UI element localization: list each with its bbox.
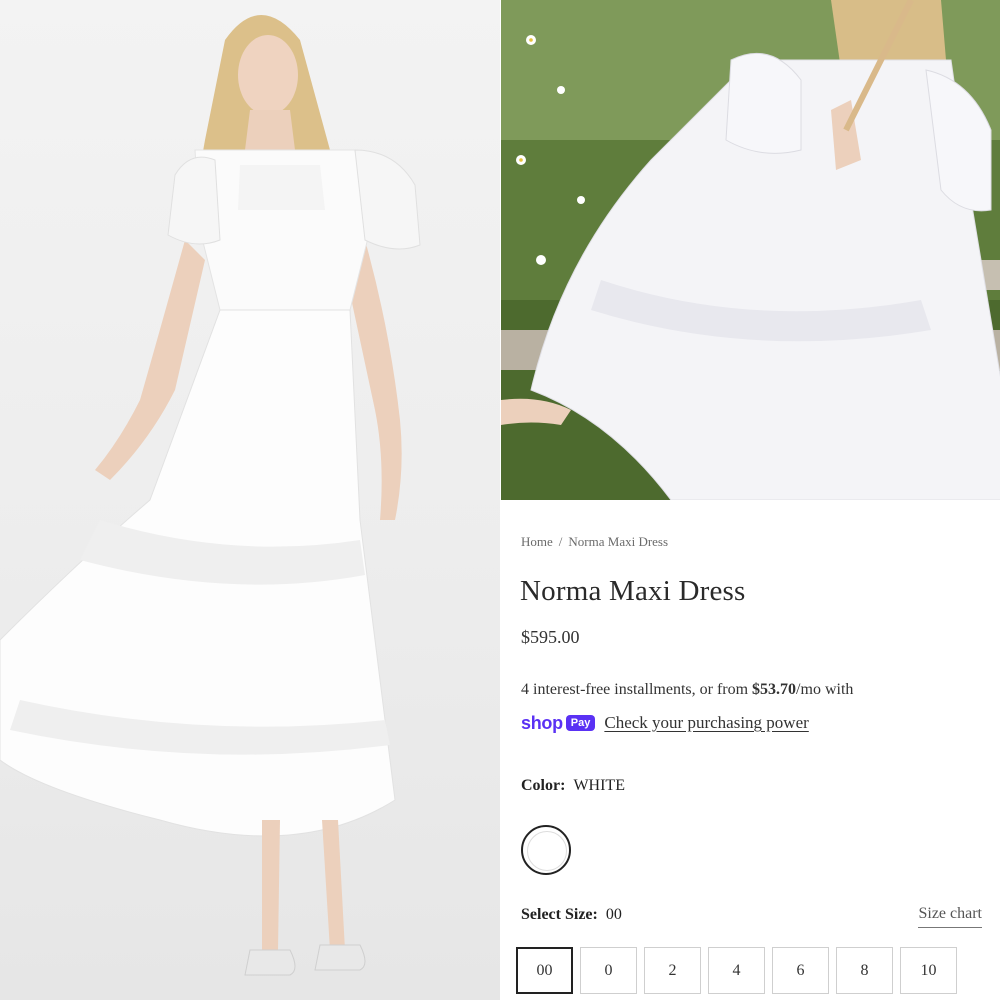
- shop-pay-row: shop Pay Check your purchasing power: [521, 711, 809, 735]
- size-option[interactable]: 0: [580, 947, 637, 994]
- size-option[interactable]: 8: [836, 947, 893, 994]
- check-purchasing-power-link[interactable]: Check your purchasing power: [604, 713, 808, 733]
- product-photo-lifestyle[interactable]: [501, 0, 1000, 500]
- size-option[interactable]: 10: [900, 947, 957, 994]
- color-selector-label: Color: WHITE: [521, 777, 625, 795]
- installments-suffix: /mo with: [796, 681, 854, 698]
- breadcrumb-current: Norma Maxi Dress: [568, 534, 669, 549]
- size-value: 00: [605, 906, 622, 923]
- installments-prefix: 4 interest-free installments, or from: [521, 681, 753, 698]
- breadcrumb-separator: /: [558, 534, 563, 549]
- product-title: Norma Maxi Dress: [520, 575, 746, 607]
- color-value: WHITE: [573, 777, 625, 794]
- model-seated-in-meadow-image: [501, 0, 1000, 500]
- color-label: Color:: [521, 777, 566, 794]
- product-price: $595.00: [521, 627, 580, 647]
- size-option[interactable]: 2: [644, 947, 701, 994]
- size-option[interactable]: 6: [772, 947, 829, 994]
- breadcrumb-home-link[interactable]: Home: [521, 534, 553, 549]
- shop-pay-logo: shop: [521, 712, 563, 733]
- size-options: 00 0 2 4 6 8 10: [516, 947, 964, 994]
- breadcrumb: Home / Norma Maxi Dress: [521, 534, 668, 550]
- size-option[interactable]: 4: [708, 947, 765, 994]
- size-label: Select Size:: [521, 906, 598, 923]
- size-chart-link[interactable]: Size chart: [918, 905, 982, 928]
- color-swatch-white[interactable]: [521, 825, 571, 875]
- size-selector-label: Select Size: 00: [521, 906, 622, 924]
- installments-amount: $53.70: [752, 681, 797, 698]
- size-option[interactable]: 00: [516, 947, 573, 994]
- product-info-panel: Home / Norma Maxi Dress Norma Maxi Dress $…: [501, 503, 1000, 1000]
- model-in-white-dress-image: [0, 15, 421, 976]
- shop-pay-badge: Pay: [565, 715, 596, 731]
- installments-text: 4 interest-free installments, or from $5…: [521, 681, 853, 699]
- product-photo-main[interactable]: [0, 0, 500, 1000]
